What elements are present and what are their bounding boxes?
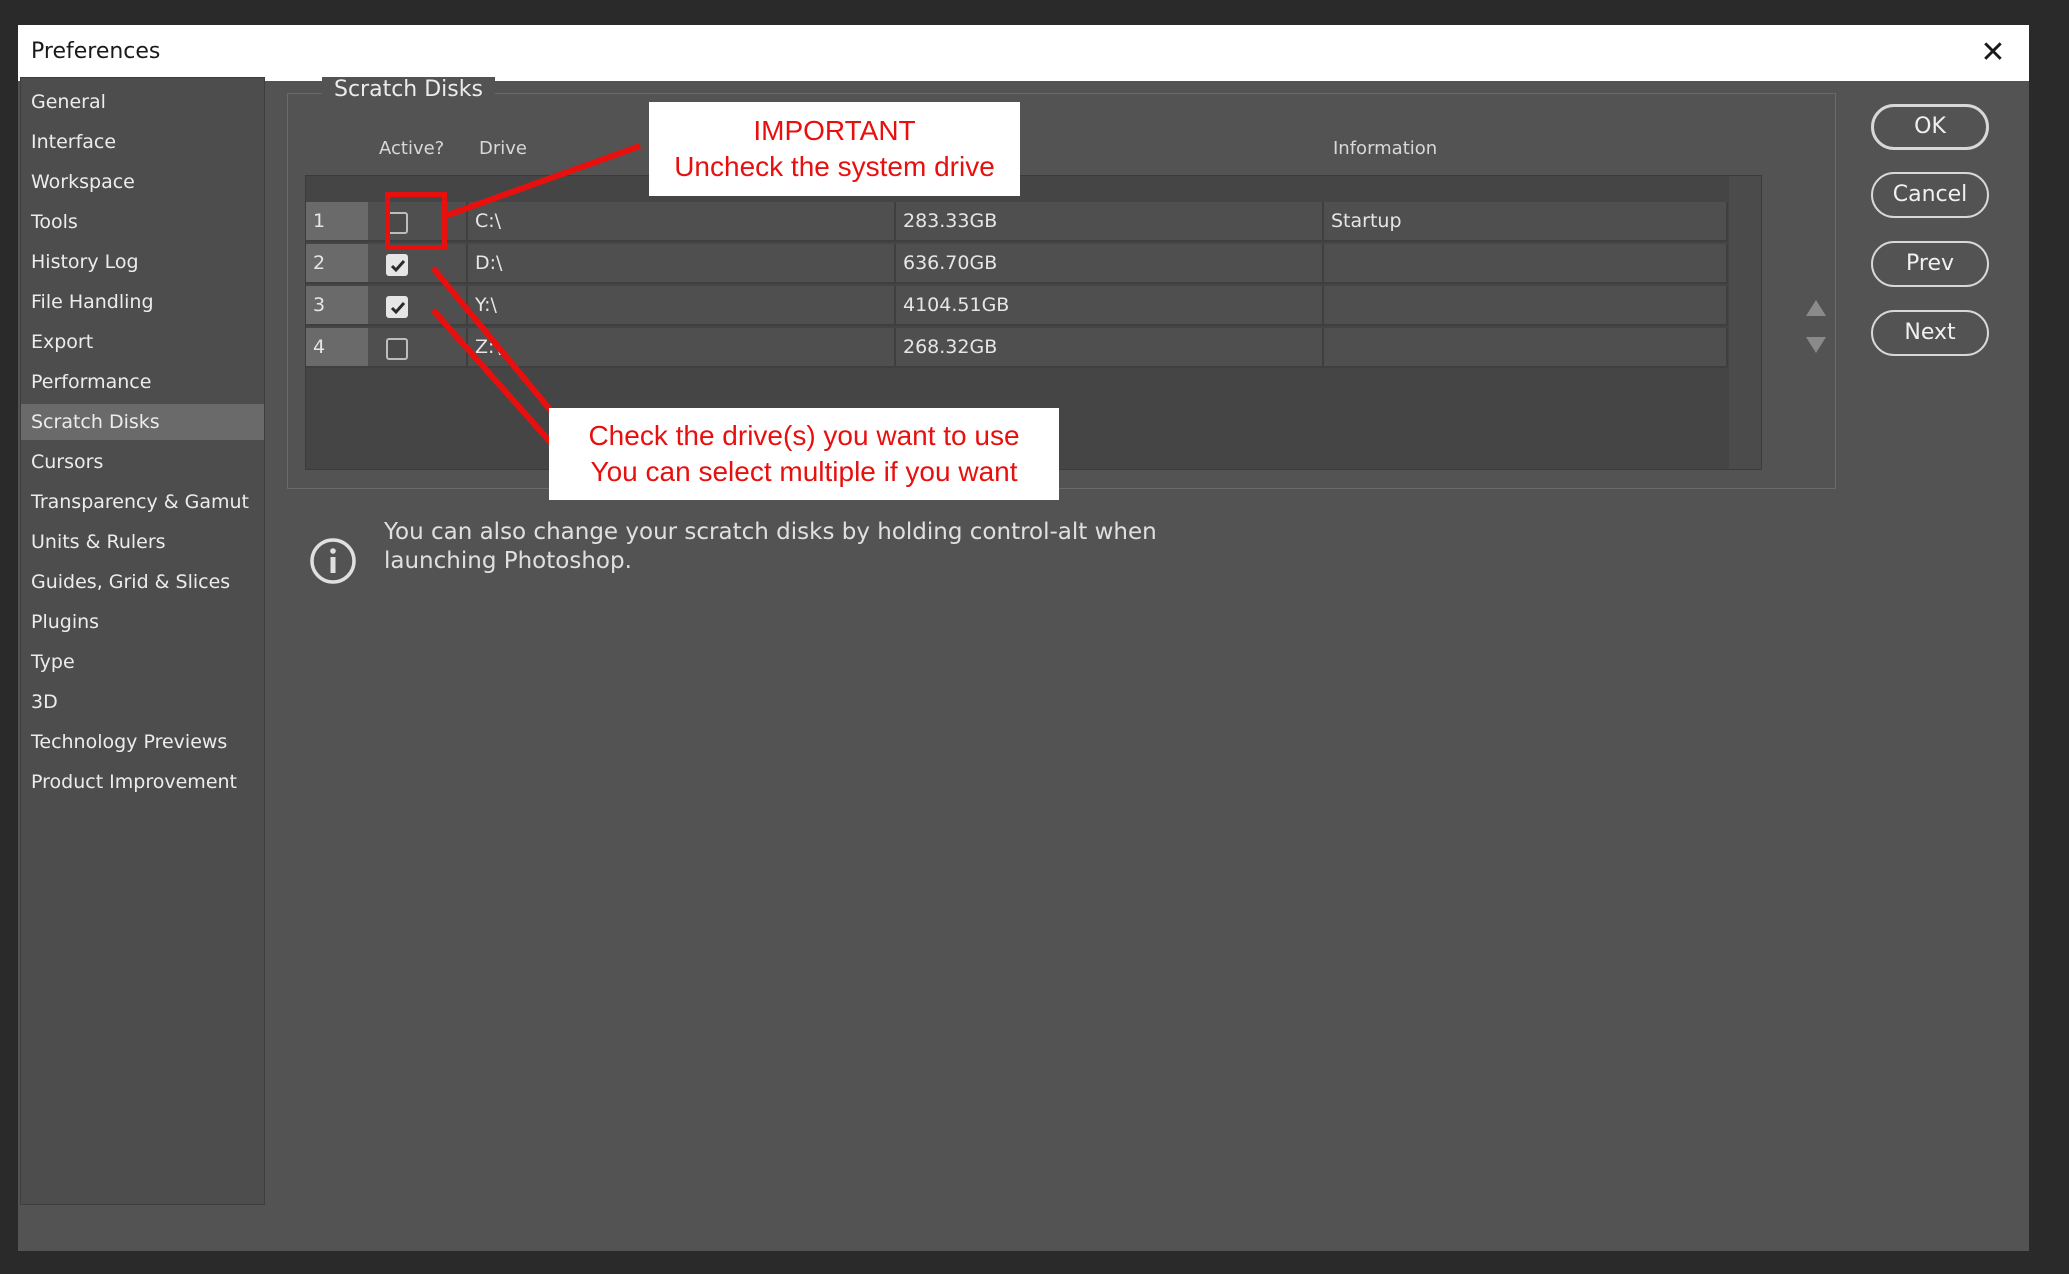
check-drives-callout: Check the drive(s) you want to use You c… xyxy=(549,408,1059,500)
check-drives-callout-line1: Check the drive(s) you want to use xyxy=(588,420,1020,451)
important-callout: IMPORTANT Uncheck the system drive xyxy=(649,102,1020,196)
important-callout-text: Uncheck the system drive xyxy=(674,151,995,182)
important-callout-title: IMPORTANT xyxy=(753,115,916,146)
check-drives-callout-line2: You can select multiple if you want xyxy=(590,456,1018,487)
annotation-lines xyxy=(430,143,642,446)
